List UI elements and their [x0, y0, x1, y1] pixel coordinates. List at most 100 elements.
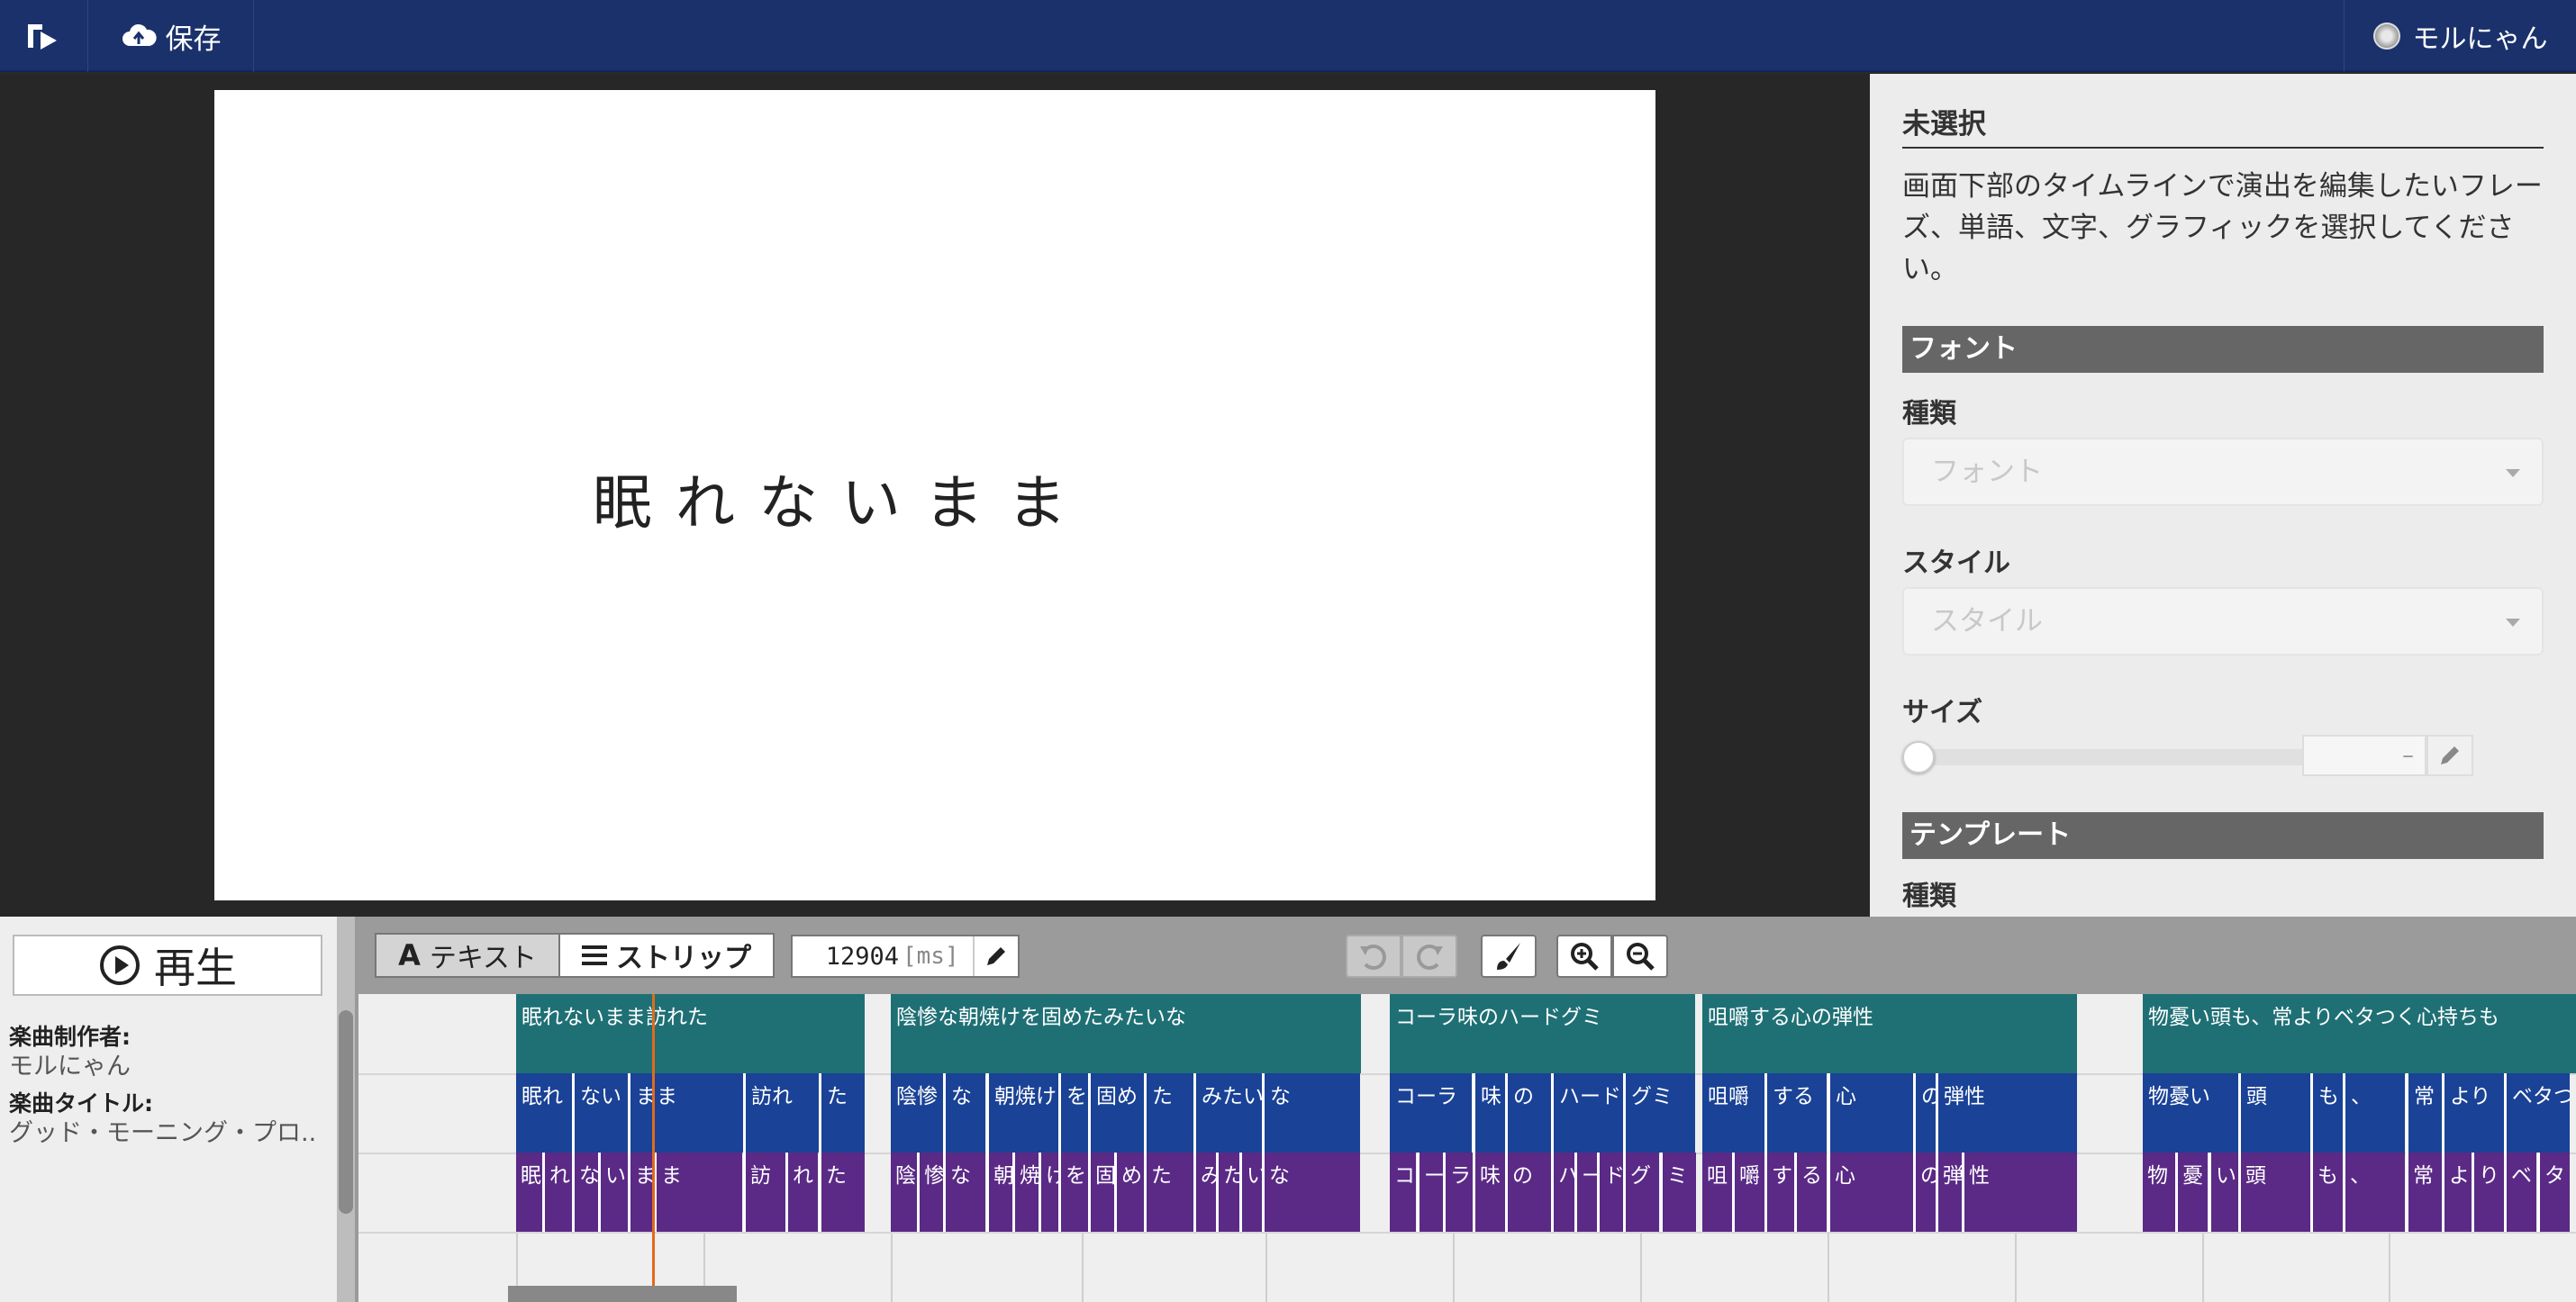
char-block[interactable]: い — [598, 1153, 628, 1232]
phrase-block[interactable]: 陰惨な朝焼けを固めたみたいな — [891, 994, 1361, 1073]
char-block[interactable]: い — [2209, 1153, 2238, 1232]
char-block[interactable]: 常 — [2406, 1153, 2442, 1232]
word-block[interactable]: 常 — [2406, 1073, 2442, 1153]
word-block[interactable]: ハード — [1551, 1073, 1623, 1153]
time-input[interactable]: 12904 [ms] — [791, 935, 1020, 978]
word-block[interactable]: を — [1058, 1073, 1088, 1153]
preview-canvas[interactable]: 眠れないまま — [214, 90, 1655, 900]
char-block[interactable]: 朝 — [986, 1153, 1012, 1232]
strip-mode-button[interactable]: ストリップ — [560, 935, 773, 976]
char-block[interactable]: も — [2310, 1153, 2343, 1232]
phrase-block[interactable]: 咀嚼する心の弾性 — [1702, 994, 2077, 1073]
char-block[interactable]: 嚼 — [1732, 1153, 1764, 1232]
redo-button[interactable] — [1401, 935, 1457, 978]
play-button[interactable]: 再生 — [13, 935, 322, 996]
char-block[interactable]: よ — [2442, 1153, 2472, 1232]
char-block[interactable]: り — [2472, 1153, 2504, 1232]
word-block[interactable]: ない — [572, 1073, 628, 1153]
char-block[interactable]: ド — [1597, 1153, 1623, 1232]
size-slider-handle[interactable] — [1902, 741, 1935, 773]
word-block[interactable]: 眠れ — [516, 1073, 572, 1153]
char-block[interactable]: グ — [1623, 1153, 1659, 1232]
lyrics-timeline[interactable]: 眠れないまま訪れた 陰惨な朝焼けを固めたみたいな コーラ味のハードグミ 咀嚼する心の弾… — [358, 994, 2576, 1302]
char-block[interactable]: 頭 — [2238, 1153, 2310, 1232]
char-block[interactable]: の — [1913, 1153, 1937, 1232]
char-block[interactable]: ま — [654, 1153, 742, 1232]
word-block[interactable]: 陰惨 — [891, 1073, 943, 1153]
char-block[interactable]: ま — [628, 1153, 654, 1232]
word-block[interactable]: 心 — [1828, 1073, 1913, 1153]
char-block[interactable]: 味 — [1473, 1153, 1505, 1232]
word-block[interactable]: 訪れ — [743, 1073, 819, 1153]
char-block[interactable]: の — [1505, 1153, 1551, 1232]
word-block[interactable]: 朝焼け — [986, 1073, 1058, 1153]
char-block[interactable]: め — [1114, 1153, 1144, 1232]
char-block[interactable]: 訪 — [743, 1153, 785, 1232]
text-mode-button[interactable]: A テキスト — [376, 935, 560, 976]
char-block[interactable]: ー — [1574, 1153, 1598, 1232]
user-menu-button[interactable]: モルにゃん — [2344, 0, 2576, 72]
char-block[interactable]: ベ — [2504, 1153, 2536, 1232]
word-block[interactable]: な — [943, 1073, 985, 1153]
word-block[interactable]: みたい — [1193, 1073, 1263, 1153]
word-block[interactable]: も — [2310, 1073, 2343, 1153]
char-block[interactable]: た — [1216, 1153, 1239, 1232]
info-scrollbar-thumb[interactable] — [339, 1010, 353, 1214]
time-edit-button[interactable] — [973, 936, 1018, 976]
word-block[interactable]: 固め — [1088, 1073, 1144, 1153]
save-button[interactable]: 保存 — [88, 0, 254, 72]
char-block[interactable]: タ — [2537, 1153, 2570, 1232]
char-block[interactable]: る — [1794, 1153, 1827, 1232]
phrase-block[interactable]: 眠れないまま訪れた — [516, 994, 865, 1073]
char-block[interactable]: を — [1058, 1153, 1088, 1232]
char-block[interactable]: す — [1764, 1153, 1794, 1232]
char-block[interactable]: 弾 — [1936, 1153, 1962, 1232]
char-block[interactable]: み — [1193, 1153, 1217, 1232]
char-block[interactable]: れ — [785, 1153, 818, 1232]
char-block[interactable]: 心 — [1828, 1153, 1913, 1232]
char-block[interactable]: ー — [1417, 1153, 1443, 1232]
word-block[interactable]: 物憂い — [2143, 1073, 2238, 1153]
phrase-block[interactable]: コーラ味のハードグミ — [1390, 994, 1695, 1073]
char-block[interactable]: 物 — [2143, 1153, 2175, 1232]
char-block[interactable]: い — [1239, 1153, 1263, 1232]
char-block[interactable]: 眠 — [516, 1153, 542, 1232]
char-block[interactable]: な — [1262, 1153, 1360, 1232]
word-block[interactable]: な — [1262, 1073, 1360, 1153]
word-block[interactable]: 頭 — [2238, 1073, 2310, 1153]
word-block[interactable]: ベタつ — [2504, 1073, 2570, 1153]
char-block[interactable]: 、 — [2343, 1153, 2405, 1232]
word-block[interactable]: グミ — [1623, 1073, 1695, 1153]
zoom-out-button[interactable] — [1612, 935, 1668, 978]
char-block[interactable]: な — [943, 1153, 985, 1232]
char-block[interactable]: 陰 — [891, 1153, 917, 1232]
brush-button[interactable] — [1481, 935, 1537, 978]
word-block[interactable]: た — [819, 1073, 865, 1153]
word-block[interactable]: の — [1913, 1073, 1937, 1153]
size-edit-button[interactable] — [2426, 735, 2473, 776]
undo-button[interactable] — [1346, 935, 1401, 978]
char-block[interactable]: け — [1039, 1153, 1058, 1232]
app-logo[interactable] — [0, 0, 88, 72]
char-block[interactable]: 焼 — [1012, 1153, 1039, 1232]
size-input[interactable]: – — [2302, 735, 2426, 776]
char-block[interactable]: な — [572, 1153, 598, 1232]
char-block[interactable]: た — [1144, 1153, 1193, 1232]
char-block[interactable]: ミ — [1660, 1153, 1696, 1232]
char-block[interactable]: れ — [542, 1153, 572, 1232]
word-block[interactable]: する — [1764, 1073, 1827, 1153]
playhead[interactable] — [652, 994, 655, 1302]
word-block[interactable]: 味 — [1473, 1073, 1505, 1153]
zoom-in-button[interactable] — [1556, 935, 1612, 978]
word-block[interactable]: コーラ — [1390, 1073, 1472, 1153]
word-block[interactable]: 弾性 — [1936, 1073, 2077, 1153]
char-block[interactable]: 咀 — [1702, 1153, 1732, 1232]
word-block[interactable]: まま — [628, 1073, 743, 1153]
char-block[interactable]: た — [819, 1153, 865, 1232]
char-block[interactable]: 惨 — [917, 1153, 943, 1232]
char-block[interactable]: 固 — [1088, 1153, 1114, 1232]
char-block[interactable]: 性 — [1962, 1153, 2077, 1232]
style-select[interactable]: スタイル — [1902, 587, 2544, 656]
word-block[interactable]: 、 — [2343, 1073, 2405, 1153]
char-block[interactable]: ハ — [1551, 1153, 1574, 1232]
